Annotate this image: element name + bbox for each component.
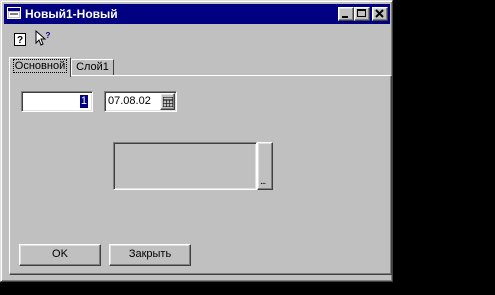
memo-field[interactable] bbox=[113, 142, 257, 190]
whats-this-pointer-icon[interactable]: ? bbox=[35, 30, 51, 46]
window-title: Новый1-Новый bbox=[25, 7, 118, 21]
maximize-icon bbox=[357, 9, 366, 17]
tab-layer1-label: Слой1 bbox=[76, 61, 109, 73]
close-icon bbox=[375, 9, 384, 18]
svg-text:?: ? bbox=[46, 31, 51, 40]
title-bar[interactable]: Новый1-Новый bbox=[4, 4, 390, 24]
app-window-icon bbox=[7, 7, 21, 19]
tab-main[interactable]: Основной bbox=[9, 57, 71, 77]
date-input-value: 07.08.02 bbox=[108, 95, 151, 107]
close-window-button[interactable] bbox=[372, 7, 388, 21]
ellipsis-label: ... bbox=[260, 176, 266, 187]
tab-main-label: Основной bbox=[12, 59, 68, 73]
ok-button[interactable]: OK bbox=[19, 244, 101, 266]
number-input-value: 1 bbox=[79, 95, 88, 108]
minimize-icon bbox=[342, 16, 348, 18]
date-input[interactable]: 07.08.02 bbox=[104, 91, 177, 112]
help-icon[interactable]: ? bbox=[14, 33, 27, 46]
maximize-button[interactable] bbox=[354, 7, 370, 21]
calendar-button[interactable] bbox=[160, 93, 175, 110]
minimize-button[interactable] bbox=[338, 7, 354, 21]
number-input[interactable]: 1 bbox=[21, 91, 93, 112]
svg-text:?: ? bbox=[17, 35, 23, 46]
ellipsis-button[interactable]: ... bbox=[257, 142, 273, 190]
close-button[interactable]: Закрыть bbox=[109, 244, 191, 266]
tab-layer1[interactable]: Слой1 bbox=[71, 59, 114, 76]
dialog-window: Новый1-Новый ? ? Основной Слой1 1 07.08.… bbox=[0, 0, 393, 282]
calendar-icon bbox=[163, 97, 173, 107]
